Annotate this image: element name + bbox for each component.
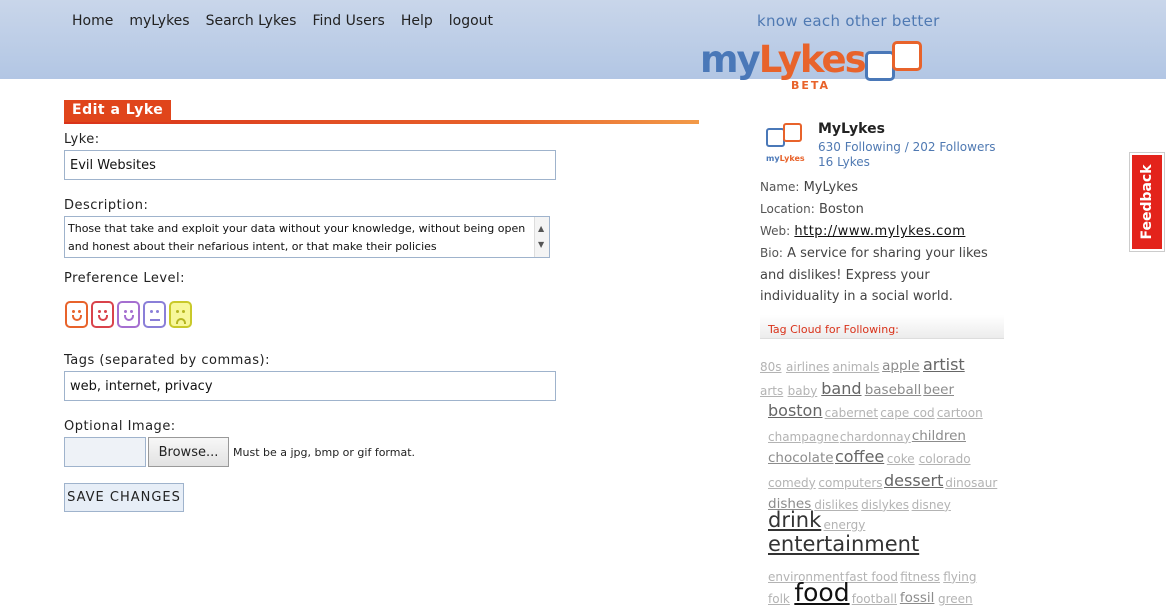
avatar-wordmark: myLykes [766,154,805,163]
scroll-down-icon[interactable]: ▼ [538,236,544,254]
smile-face-logo-icon [892,41,922,71]
lykes-count-link[interactable]: 16 Lykes [818,155,870,169]
profile-name[interactable]: MyLykes [818,121,885,137]
logo-wordmark: myLykes [700,38,867,81]
site-logo[interactable]: myLykes BETA [700,38,940,93]
tag-cloud-link[interactable]: folk [768,592,790,606]
smile-face-icon[interactable] [91,301,114,328]
tag-cloud-link[interactable]: entertainment [768,532,919,556]
avatar[interactable]: myLykes [764,122,806,166]
save-changes-button[interactable]: SAVE CHANGES [64,483,184,512]
tag-cloud-link[interactable]: food [794,578,849,607]
tag-cloud-link[interactable]: colorado [919,452,971,466]
tag-cloud-link[interactable]: beer [923,382,954,398]
site-tagline: know each other better [757,12,940,30]
tag-cloud-link[interactable]: fitness [900,570,940,584]
nav-mylykes[interactable]: myLykes [129,13,189,29]
profile-web-row: Web: http://www.mylykes.com [760,224,966,239]
tag-cloud-link[interactable]: band [821,379,861,398]
tag-cloud-link[interactable]: arts [760,384,783,398]
tag-cloud-link[interactable]: comedy [768,476,816,490]
tag-cloud-link[interactable]: apple [882,358,919,374]
smile-face-icon[interactable] [117,301,140,328]
description-text: Those that take and exploit your data wi… [68,222,526,253]
image-label: Optional Image: [64,419,176,434]
tag-cloud-link[interactable]: artist [923,355,965,374]
sad-face-logo-icon [865,51,895,81]
tags-input[interactable] [64,371,556,401]
tag-cloud-link[interactable]: champagne [768,430,839,444]
tag-cloud-link[interactable]: cabernet [825,406,878,420]
preference-label: Preference Level: [64,271,186,286]
nav-find-users[interactable]: Find Users [312,13,384,29]
tag-cloud-link[interactable]: computers [818,476,882,490]
tag-cloud-link[interactable]: dislykes [861,498,909,512]
tag-cloud-header: Tag Cloud for Following: [760,315,1004,339]
nav-search-lykes[interactable]: Search Lykes [206,13,297,29]
tag-cloud-link[interactable]: chardonnay [840,430,911,444]
tag-cloud-link[interactable]: flying [943,570,976,584]
nav-help[interactable]: Help [401,13,433,29]
smile-face-icon[interactable] [65,301,88,328]
preference-selector [65,301,192,328]
tag-cloud-link[interactable]: green [938,592,973,606]
tag-cloud-link[interactable]: boston [768,401,822,420]
feedback-tab[interactable]: Feedback [1130,153,1164,251]
neutral-face-icon[interactable] [143,301,166,328]
tag-cloud-link[interactable]: cape cod [880,406,934,420]
tag-cloud-link[interactable]: fossil [900,590,935,606]
tag-cloud-link[interactable]: baby [788,384,818,398]
tag-cloud-link[interactable]: animals [833,360,880,374]
tag-cloud-link[interactable]: baseball [865,382,922,398]
tag-cloud-link[interactable]: dessert [884,471,943,490]
followers-link[interactable]: 202 Followers [913,140,996,154]
tag-cloud-link[interactable]: drink [768,508,821,532]
tag-cloud-link[interactable]: disney [912,498,951,512]
page-title: Edit a Lyke [64,100,172,122]
tag-cloud-link[interactable]: dinosaur [945,476,997,490]
tag-cloud-link[interactable]: children [912,428,966,444]
sad-face-icon[interactable] [169,301,192,328]
section-header: Edit a Lyke [64,100,699,124]
description-scrollbar[interactable]: ▲ ▼ [534,217,549,257]
tag-cloud-link[interactable]: coffee [835,447,884,466]
description-label: Description: [64,198,149,213]
browse-button[interactable]: Browse... [148,437,229,467]
file-format-hint: Must be a jpg, bmp or gif format. [233,446,416,459]
profile-web-link[interactable]: http://www.mylykes.com [794,224,965,239]
nav-logout[interactable]: logout [449,13,493,29]
tag-cloud-link[interactable]: football [852,592,897,606]
lyke-label: Lyke: [64,132,100,147]
description-textarea[interactable]: Those that take and exploit your data wi… [64,216,550,258]
tag-cloud-link[interactable]: 80s [760,360,782,374]
profile-bio: Bio: A service for sharing your likes an… [760,246,988,304]
main-nav: Home myLykes Search Lykes Find Users Hel… [72,13,509,29]
file-path-field[interactable] [64,437,146,467]
profile-location-row: Location: Boston [760,202,864,217]
tag-cloud-link[interactable]: fast food [845,570,898,584]
lyke-input[interactable] [64,150,556,180]
tag-cloud-link[interactable]: airlines [786,360,830,374]
tag-cloud-link[interactable]: coke [887,452,915,466]
profile-follow-stats: 630 Following / 202 Followers [818,140,996,154]
tags-label: Tags (separated by commas): [64,353,270,368]
site-header [0,0,1166,79]
tag-cloud-link[interactable]: chocolate [768,450,834,466]
logo-beta-label: BETA [791,79,831,92]
tag-cloud-link[interactable]: cartoon [937,406,983,420]
tag-cloud-link[interactable]: energy [824,518,866,532]
following-link[interactable]: 630 Following [818,140,901,154]
nav-home[interactable]: Home [72,13,113,29]
smile-face-icon [783,123,802,142]
profile-name-row: Name: MyLykes [760,180,859,195]
